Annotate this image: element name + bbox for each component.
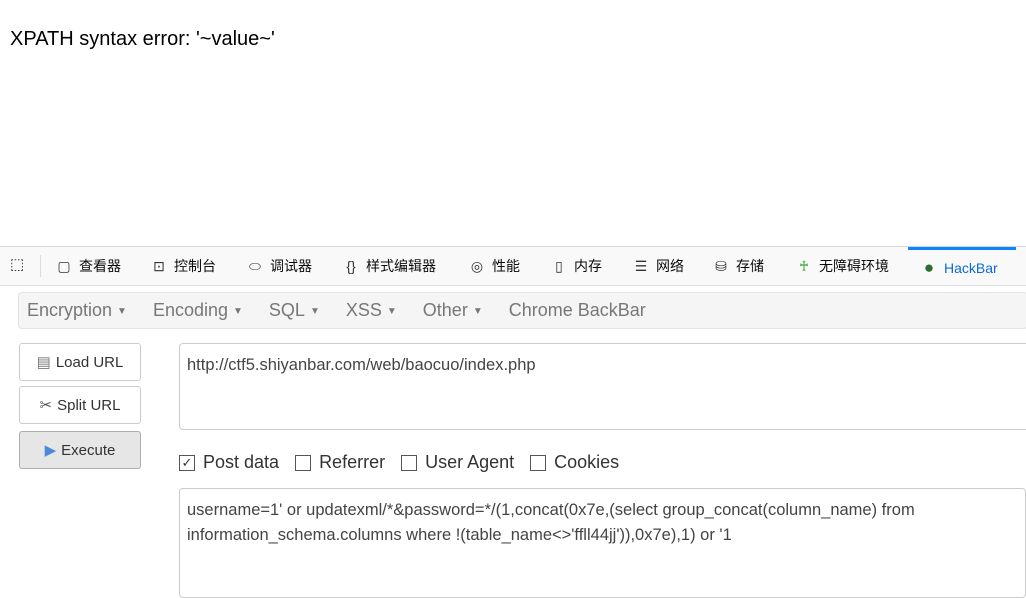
- tab-console[interactable]: ⊡ 控制台: [150, 247, 216, 285]
- button-label: Execute: [61, 441, 116, 459]
- tab-label: HackBar: [944, 259, 998, 276]
- menu-label: Encoding: [152, 300, 229, 320]
- tab-hackbar[interactable]: ● HackBar: [908, 247, 1016, 285]
- hackbar-menu: Encryption ▼ Encoding ▼ SQL ▼ XSS ▼ Other ▼ C…: [18, 292, 1026, 329]
- caret-down-icon: ▼: [472, 305, 483, 317]
- caret-down-icon: ▼: [386, 305, 397, 317]
- referrer-checkbox[interactable]: Referrer: [295, 452, 385, 473]
- tab-label: 样式编辑器: [366, 258, 436, 274]
- devtools-toolbar: ⬚ ▢ 查看器 ⊡ 控制台 ⬭ 调试器 {} 样式编辑器 ◎ 性能 ▯ 内存 ☰ 网络 ⛁ 存储…: [0, 246, 1026, 286]
- menu-other[interactable]: Other ▼: [423, 300, 483, 321]
- checkbox-label: User Agent: [425, 452, 515, 472]
- menu-label: Other: [422, 300, 468, 320]
- tab-style-editor[interactable]: {} 样式编辑器: [342, 247, 436, 285]
- network-icon: ☰: [634, 257, 648, 274]
- menu-sql[interactable]: SQL ▼: [269, 300, 320, 321]
- divider: [40, 255, 41, 277]
- menu-label: Encryption: [27, 300, 113, 320]
- tab-debugger[interactable]: ⬭ 调试器: [246, 247, 312, 285]
- tab-label: 内存: [574, 258, 602, 274]
- inspector-icon: ▢: [57, 257, 71, 274]
- tab-label: 调试器: [270, 258, 312, 274]
- url-input[interactable]: http://ctf5.shiyanbar.com/web/baocuo/ind…: [179, 343, 1026, 430]
- checkbox-icon: [295, 454, 312, 471]
- tab-memory[interactable]: ▯ 内存: [550, 247, 602, 285]
- caret-down-icon: ▼: [309, 305, 320, 317]
- post-data-checkbox[interactable]: ✓ Post data: [179, 452, 279, 473]
- user-agent-checkbox[interactable]: User Agent: [401, 452, 514, 473]
- menu-label: SQL: [268, 300, 305, 320]
- checkbox-label: Post data: [203, 452, 280, 472]
- menu-chrome-backbar[interactable]: Chrome BackBar: [509, 300, 646, 321]
- hackbar-icon: ●: [923, 257, 935, 277]
- storage-icon: ⛁: [715, 257, 727, 274]
- execute-button[interactable]: ▶ Execute: [19, 431, 141, 469]
- performance-icon: ◎: [470, 257, 484, 274]
- tab-performance[interactable]: ◎ 性能: [468, 247, 520, 285]
- menu-encoding[interactable]: Encoding ▼: [153, 300, 243, 321]
- element-picker-icon[interactable]: ⬚: [10, 255, 24, 273]
- console-icon: ⊡: [153, 257, 165, 274]
- tab-label: 无障碍环境: [819, 258, 889, 274]
- error-message: XPATH syntax error: '~value~': [10, 28, 275, 50]
- tab-network[interactable]: ☰ 网络: [632, 247, 684, 285]
- play-icon: ▶: [44, 442, 57, 459]
- tab-label: 控制台: [174, 258, 216, 274]
- button-label: Load URL: [55, 353, 124, 371]
- memory-icon: ▯: [555, 257, 563, 274]
- menu-xss[interactable]: XSS ▼: [346, 300, 397, 321]
- accessibility-icon: ♰: [798, 257, 810, 274]
- menu-label: XSS: [345, 300, 382, 320]
- tab-inspector[interactable]: ▢ 查看器: [55, 247, 121, 285]
- button-label: Split URL: [57, 396, 121, 414]
- checkbox-label: Cookies: [554, 452, 620, 472]
- checkbox-checked-icon: ✓: [179, 454, 195, 471]
- load-url-button[interactable]: ▤ Load URL: [19, 343, 141, 381]
- tab-storage[interactable]: ⛁ 存储: [712, 247, 764, 285]
- load-icon: ▤: [36, 354, 51, 371]
- tab-label: 性能: [492, 258, 520, 274]
- caret-down-icon: ▼: [117, 305, 127, 317]
- split-url-button[interactable]: ✂ Split URL: [19, 386, 141, 424]
- tab-label: 网络: [656, 258, 684, 274]
- options-row: ✓ Post data Referrer User Agent Cookies: [179, 452, 619, 473]
- debugger-icon: ⬭: [249, 257, 261, 274]
- tab-label: 存储: [736, 258, 764, 274]
- checkbox-icon: [401, 454, 418, 471]
- checkbox-icon: [530, 454, 547, 471]
- scissors-icon: ✂: [39, 397, 53, 414]
- post-data-input[interactable]: username=1' or updatexml/*&password=*/(1…: [179, 488, 1026, 598]
- cookies-checkbox[interactable]: Cookies: [530, 452, 619, 473]
- tab-accessibility[interactable]: ♰ 无障碍环境: [795, 247, 889, 285]
- style-editor-icon: {}: [346, 258, 356, 274]
- menu-encryption[interactable]: Encryption ▼: [27, 300, 127, 321]
- caret-down-icon: ▼: [233, 305, 243, 317]
- tab-label: 查看器: [79, 258, 121, 274]
- checkbox-label: Referrer: [319, 452, 386, 472]
